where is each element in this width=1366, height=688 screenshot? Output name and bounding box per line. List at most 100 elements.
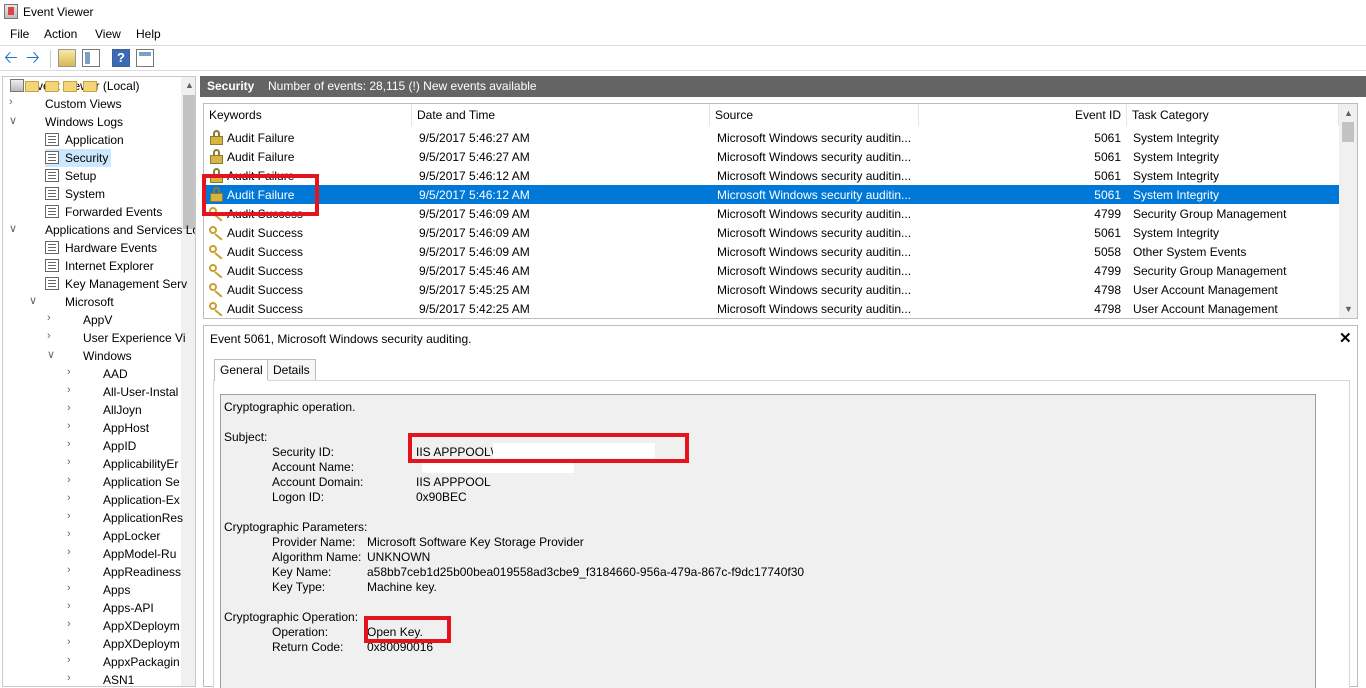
event-row[interactable]: Audit Success 9/5/2017 5:45:25 AM Microsof… — [204, 280, 1339, 299]
expand-chevron-icon[interactable]: › — [67, 528, 71, 546]
toolbar: 🡠 🡢 ? — [0, 45, 1366, 71]
menu-action[interactable]: Action — [44, 27, 77, 41]
menu-view[interactable]: View — [95, 27, 121, 41]
expand-chevron-icon[interactable]: › — [67, 618, 71, 636]
event-log-icon — [45, 169, 59, 182]
event-task-category: User Account Management — [1133, 283, 1278, 297]
expand-chevron-icon[interactable]: › — [67, 420, 71, 438]
event-source: Microsoft Windows security auditin... — [717, 245, 912, 259]
console-tree[interactable]: Event Viewer (Local) ▲ ›Custom Views∨Win… — [2, 76, 196, 687]
expand-chevron-icon[interactable]: › — [67, 636, 71, 654]
audit-success-key-icon — [209, 264, 224, 279]
event-id: 5058 — [1094, 245, 1121, 259]
audit-success-key-icon — [209, 283, 224, 298]
show-hide-tree-icon[interactable] — [82, 49, 100, 67]
column-source[interactable]: Source — [710, 104, 919, 126]
event-source: Microsoft Windows security auditin... — [717, 264, 912, 278]
scroll-up-icon[interactable]: ▲ — [185, 80, 194, 90]
expand-chevron-icon[interactable]: › — [47, 312, 51, 330]
grid-scroll-thumb[interactable] — [1342, 122, 1354, 142]
message-field-label: Algorithm Name: — [272, 550, 362, 564]
message-field-label: Operation: — [272, 625, 329, 639]
expand-chevron-icon[interactable]: › — [67, 438, 71, 456]
event-task-category: System Integrity — [1133, 188, 1220, 202]
toolbar-separator — [50, 50, 51, 68]
collapse-chevron-icon[interactable]: ∨ — [47, 348, 55, 366]
collapse-chevron-icon[interactable]: ∨ — [9, 222, 17, 240]
menu-file[interactable]: File — [10, 27, 29, 41]
title-bar: Event Viewer — [0, 0, 1366, 24]
event-row[interactable]: Audit Failure 9/5/2017 5:46:27 AM Microsof… — [204, 147, 1339, 166]
tree-item[interactable] — [83, 581, 195, 599]
scroll-up-icon[interactable]: ▲ — [1344, 108, 1353, 118]
event-row[interactable]: Audit Success 9/5/2017 5:46:09 AM Microsof… — [204, 242, 1339, 261]
message-field-value: UNKNOWN — [367, 550, 431, 564]
up-folder-icon[interactable] — [58, 49, 76, 67]
tab-details[interactable]: Details — [267, 359, 316, 380]
expand-chevron-icon[interactable]: › — [67, 654, 71, 672]
event-source: Microsoft Windows security auditin... — [717, 226, 912, 240]
grid-scrollbar[interactable]: ▲ ▼ — [1339, 104, 1357, 318]
column-date-time[interactable]: Date and Time — [412, 104, 710, 126]
collapse-chevron-icon[interactable]: ∨ — [9, 114, 17, 132]
expand-chevron-icon[interactable]: › — [9, 96, 13, 114]
event-date-time: 9/5/2017 5:45:25 AM — [419, 283, 530, 297]
event-row[interactable]: Audit Failure 9/5/2017 5:46:12 AM Microsof… — [204, 185, 1339, 204]
menu-help[interactable]: Help — [136, 27, 161, 41]
scroll-down-icon[interactable]: ▼ — [1344, 304, 1353, 314]
expand-chevron-icon[interactable]: › — [67, 600, 71, 618]
event-source: Microsoft Windows security auditin... — [717, 283, 912, 297]
event-keywords: Audit Success — [227, 302, 304, 316]
expand-chevron-icon[interactable]: › — [67, 366, 71, 384]
forward-arrow-icon[interactable]: 🡢 — [26, 49, 44, 67]
tree-item[interactable] — [83, 671, 195, 686]
expand-chevron-icon[interactable]: › — [67, 474, 71, 492]
event-row[interactable]: Audit Success 9/5/2017 5:45:46 AM Microsof… — [204, 261, 1339, 280]
event-task-category: Other System Events — [1133, 245, 1247, 259]
event-source: Microsoft Windows security auditin... — [717, 131, 912, 145]
event-row[interactable]: Audit Success 9/5/2017 5:46:09 AM Microsof… — [204, 223, 1339, 242]
event-id: 5061 — [1094, 150, 1121, 164]
expand-chevron-icon[interactable]: › — [67, 456, 71, 474]
event-date-time: 9/5/2017 5:45:46 AM — [419, 264, 530, 278]
message-field-label: Logon ID: — [272, 490, 325, 504]
expand-chevron-icon[interactable]: › — [67, 546, 71, 564]
expand-chevron-icon[interactable]: › — [47, 330, 51, 348]
expand-chevron-icon[interactable]: › — [67, 564, 71, 582]
event-row[interactable]: Audit Failure 9/5/2017 5:46:27 AM Microsof… — [204, 128, 1339, 147]
event-log-icon — [45, 151, 59, 164]
event-id: 4798 — [1094, 283, 1121, 297]
column-event-id[interactable]: Event ID — [919, 104, 1127, 126]
show-hide-action-pane-icon[interactable] — [136, 49, 154, 67]
back-arrow-icon[interactable]: 🡠 — [4, 49, 22, 67]
collapse-chevron-icon[interactable]: ∨ — [29, 294, 37, 312]
tree-item[interactable] — [83, 365, 195, 383]
event-viewer-app-icon — [4, 4, 18, 19]
event-date-time: 9/5/2017 5:46:09 AM — [419, 245, 530, 259]
expand-chevron-icon[interactable]: › — [67, 402, 71, 420]
column-keywords[interactable]: Keywords — [204, 104, 412, 126]
expand-chevron-icon[interactable]: › — [67, 384, 71, 402]
close-icon[interactable]: ✕ — [1339, 329, 1352, 347]
event-log-icon — [45, 205, 59, 218]
expand-chevron-icon[interactable]: › — [67, 672, 71, 686]
tab-general[interactable]: General — [214, 359, 269, 381]
column-task-category[interactable]: Task Category — [1127, 104, 1339, 126]
event-id: 4798 — [1094, 302, 1121, 316]
highlight-box — [202, 174, 319, 216]
events-grid[interactable]: Keywords Date and Time Source Event ID T… — [203, 103, 1358, 319]
event-keywords: Audit Success — [227, 264, 304, 278]
event-keywords: Audit Success — [227, 226, 304, 240]
menu-bar: File Action View Help — [0, 24, 1366, 44]
expand-chevron-icon[interactable]: › — [67, 510, 71, 528]
event-row[interactable]: Audit Failure 9/5/2017 5:46:12 AM Microsof… — [204, 166, 1339, 185]
event-row[interactable]: Audit Success 9/5/2017 5:42:25 AM Microsof… — [204, 299, 1339, 318]
event-message[interactable]: Cryptographic operation. Subject: Security… — [220, 394, 1316, 688]
tree-item[interactable] — [83, 437, 195, 455]
expand-chevron-icon[interactable]: › — [67, 582, 71, 600]
expand-chevron-icon[interactable]: › — [67, 492, 71, 510]
folder-icon — [25, 81, 39, 92]
help-icon[interactable]: ? — [112, 49, 130, 67]
event-row[interactable]: Audit Success 9/5/2017 5:46:09 AM Microsof… — [204, 204, 1339, 223]
folder-icon — [45, 81, 59, 92]
